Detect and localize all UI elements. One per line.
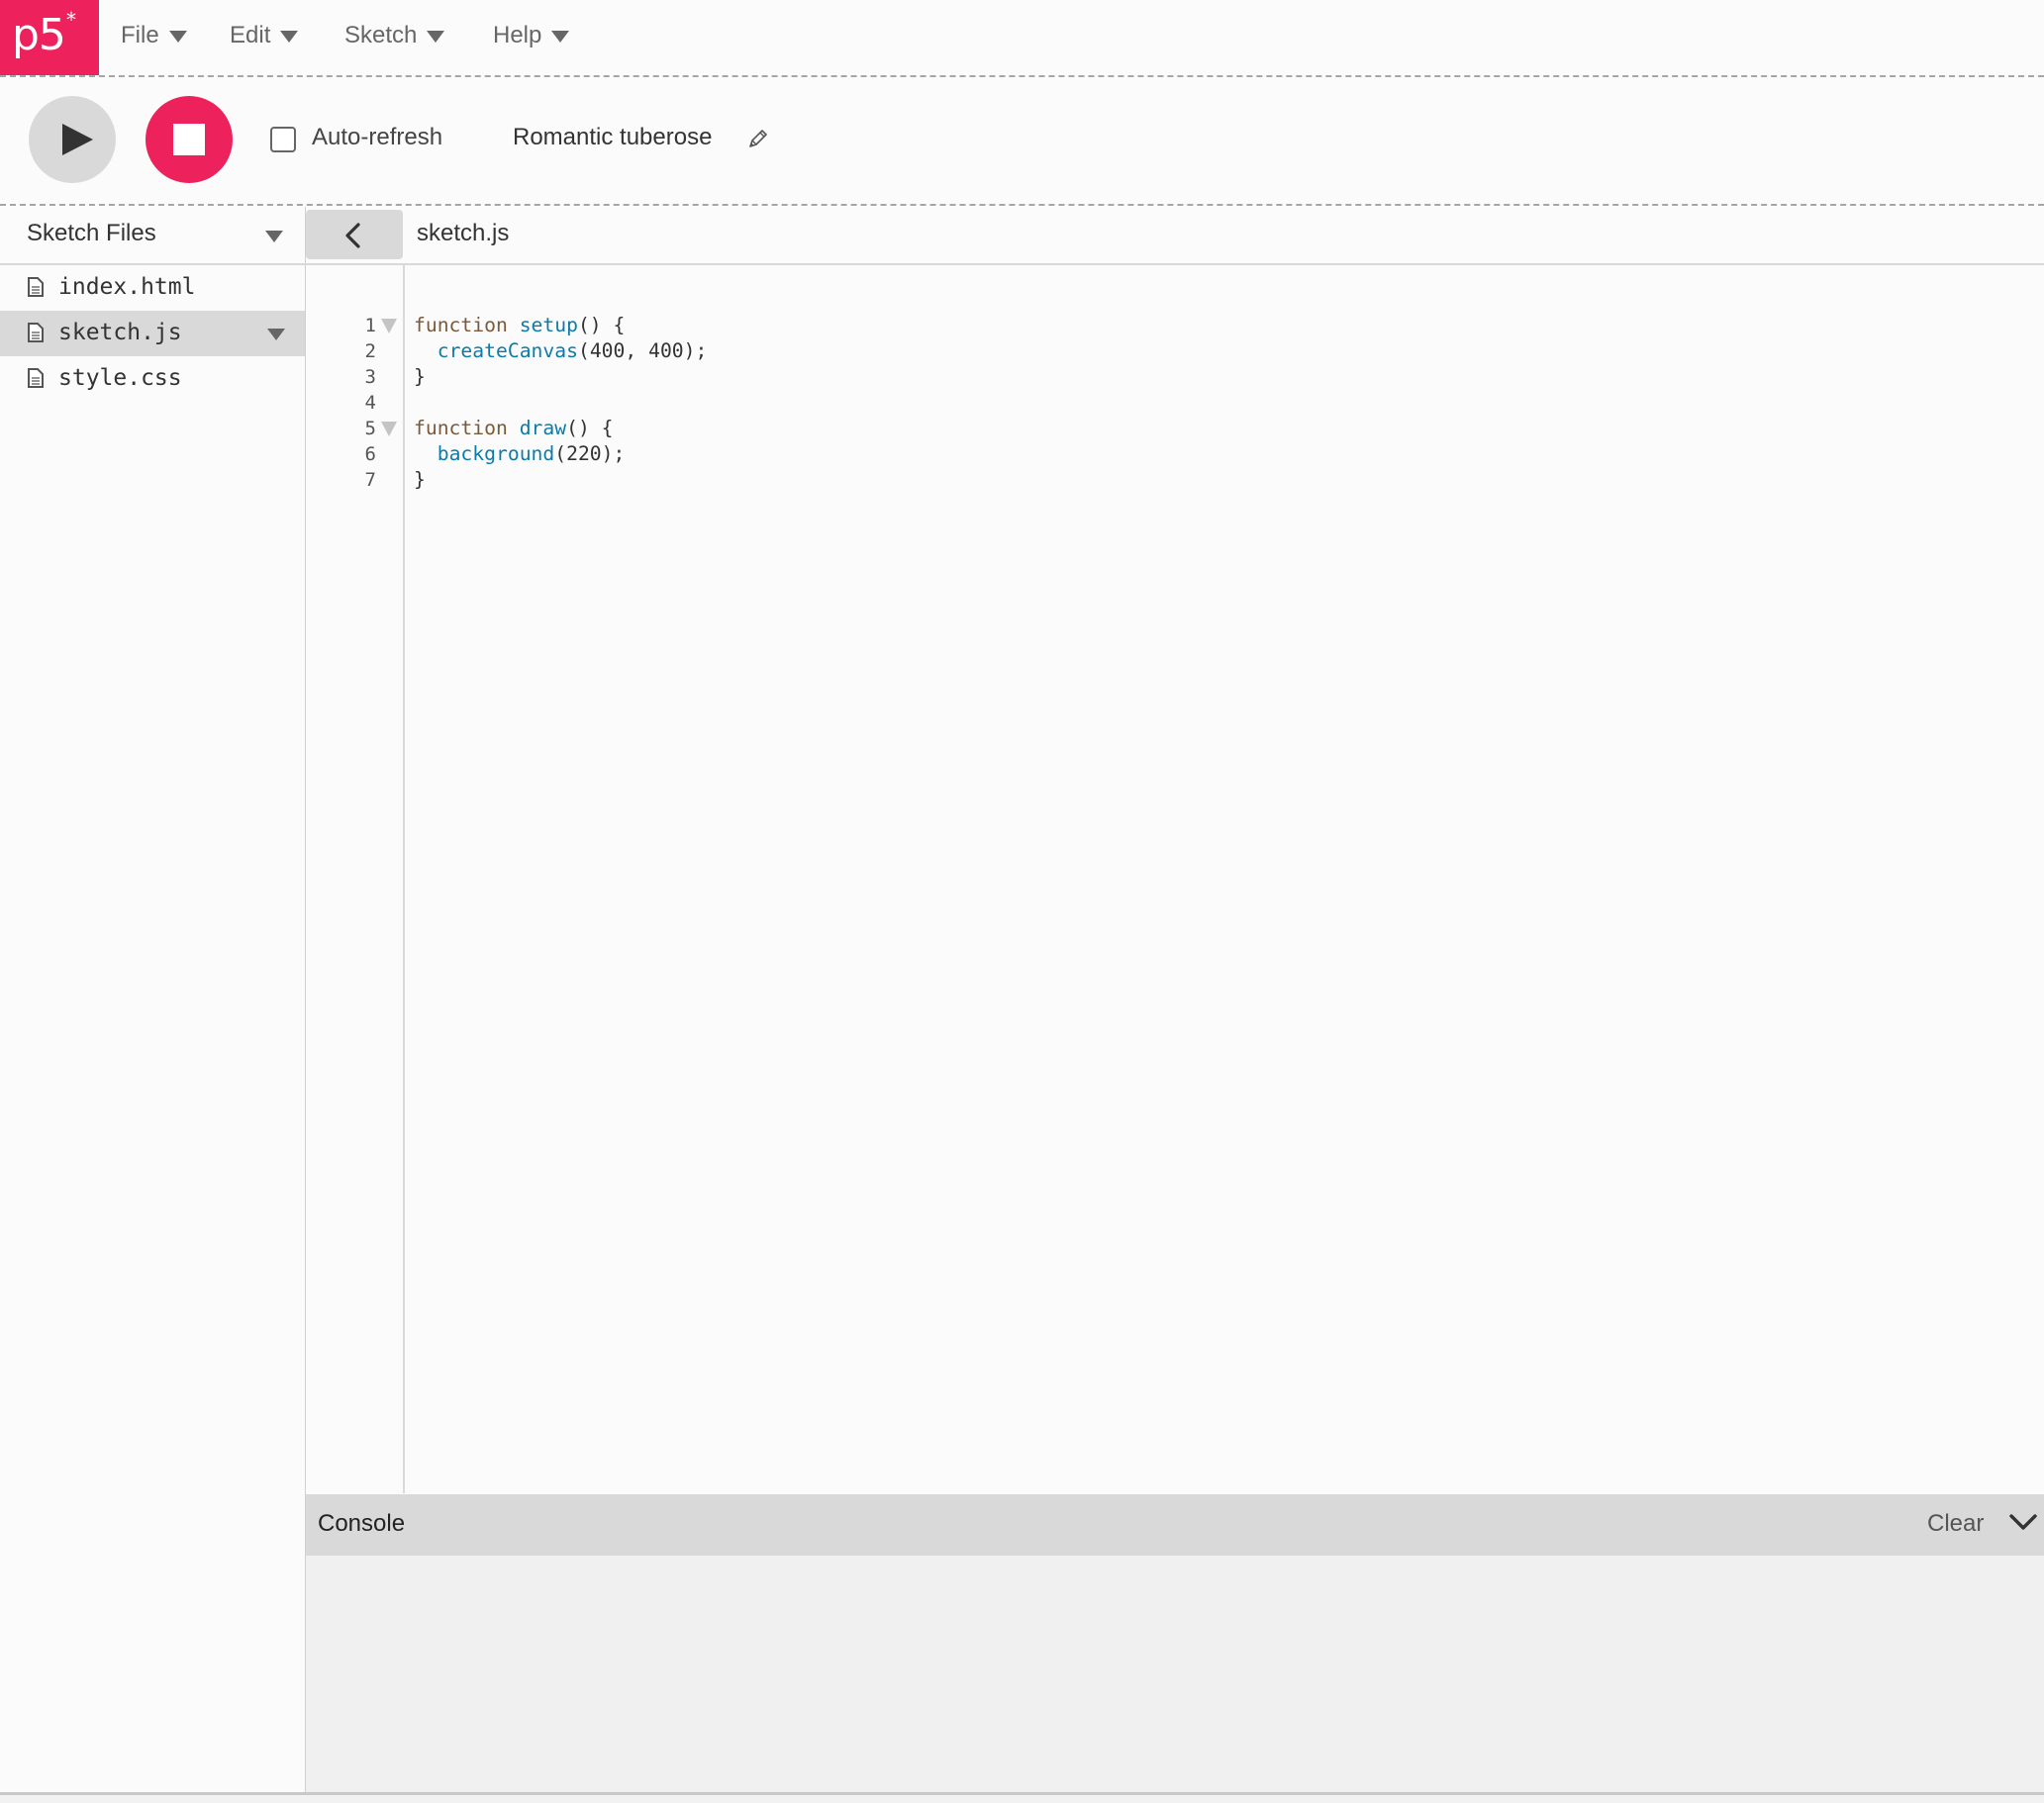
line-number: 7: [364, 469, 376, 491]
toolbar-divider: [0, 204, 2044, 206]
stop-button[interactable]: [146, 96, 233, 183]
code-function-name: draw: [519, 417, 567, 439]
line-number: 1: [364, 315, 376, 336]
code-line[interactable]: }: [414, 468, 426, 491]
code-line[interactable]: }: [414, 365, 426, 388]
code-text: () {: [577, 314, 626, 336]
code-text: (220);: [554, 442, 626, 465]
play-icon: [62, 124, 93, 155]
code-text: (400, 400);: [577, 339, 708, 362]
chevron-left-icon: [345, 223, 360, 248]
menu-file[interactable]: File: [121, 18, 187, 53]
pencil-icon[interactable]: [747, 128, 769, 149]
triangle-down-icon: [551, 31, 570, 43]
menu-edit[interactable]: Edit: [230, 18, 299, 53]
triangle-down-icon: [427, 31, 445, 43]
menu-help-label: Help: [493, 22, 542, 48]
menu-help[interactable]: Help: [493, 18, 570, 53]
nav-divider: [0, 75, 2044, 77]
code-text: () {: [566, 417, 614, 439]
menu-sketch[interactable]: Sketch: [344, 18, 445, 53]
logo-asterisk-icon: *: [66, 8, 76, 32]
bottom-strip: [0, 1795, 2044, 1803]
fold-triangle-icon[interactable]: [381, 319, 397, 333]
file-item-index-html[interactable]: index.html: [0, 265, 305, 311]
menu-file-label: File: [121, 22, 159, 48]
sketch-name[interactable]: Romantic tuberose: [513, 124, 712, 151]
file-options-triangle-icon[interactable]: [267, 329, 285, 340]
console-clear-button[interactable]: Clear: [1927, 1510, 1984, 1538]
collapse-sidebar-button[interactable]: [306, 210, 403, 259]
code-function-name: createCanvas: [437, 339, 578, 362]
chevron-down-icon[interactable]: [2008, 1509, 2038, 1535]
triangle-down-icon: [280, 31, 299, 43]
menu-sketch-label: Sketch: [344, 22, 418, 48]
sidebar-options-triangle-icon[interactable]: [265, 231, 283, 242]
sidebar: [0, 207, 306, 1793]
code-line[interactable]: background(220);: [414, 442, 626, 465]
play-button[interactable]: [29, 96, 116, 183]
fold-triangle-icon[interactable]: [381, 422, 397, 436]
code-editor[interactable]: [405, 265, 2044, 1493]
auto-refresh-checkbox[interactable]: [270, 127, 296, 152]
code-line[interactable]: createCanvas(400, 400);: [414, 339, 708, 362]
file-item-sketch-js[interactable]: sketch.js: [0, 311, 305, 356]
code-line[interactable]: function setup() {: [414, 314, 625, 336]
file-item-style-css[interactable]: style.css: [0, 356, 305, 402]
console-output: [306, 1556, 2044, 1793]
code-function-name: setup: [519, 314, 578, 336]
line-number: 6: [364, 443, 376, 465]
line-number: 2: [364, 340, 376, 362]
code-text: }: [414, 468, 426, 491]
stop-icon: [173, 124, 205, 155]
console-title: Console: [318, 1510, 406, 1537]
file-icon: [28, 277, 44, 297]
file-name: style.css: [58, 365, 182, 391]
logo-text: p5: [12, 10, 66, 60]
code-text: }: [414, 365, 426, 388]
top-nav: p5 * File Edit Sketch Help: [0, 0, 2044, 75]
file-name: sketch.js: [58, 320, 182, 345]
code-line[interactable]: function draw() {: [414, 417, 614, 439]
file-icon: [28, 368, 44, 388]
line-number: 3: [364, 366, 376, 388]
auto-refresh-label[interactable]: Auto-refresh: [312, 124, 442, 151]
triangle-down-icon: [168, 31, 187, 43]
file-name: index.html: [58, 274, 196, 300]
editor-tab-filename: sketch.js: [417, 220, 510, 246]
p5-logo[interactable]: p5 *: [0, 0, 99, 75]
line-number: 4: [364, 392, 376, 414]
file-icon: [28, 323, 44, 342]
sidebar-title: Sketch Files: [27, 220, 156, 246]
code-keyword: function: [414, 314, 508, 336]
code-function-name: background: [437, 442, 555, 465]
line-number: 5: [364, 418, 376, 439]
menu-edit-label: Edit: [230, 22, 271, 48]
code-keyword: function: [414, 417, 508, 439]
console-header: [306, 1494, 2044, 1556]
